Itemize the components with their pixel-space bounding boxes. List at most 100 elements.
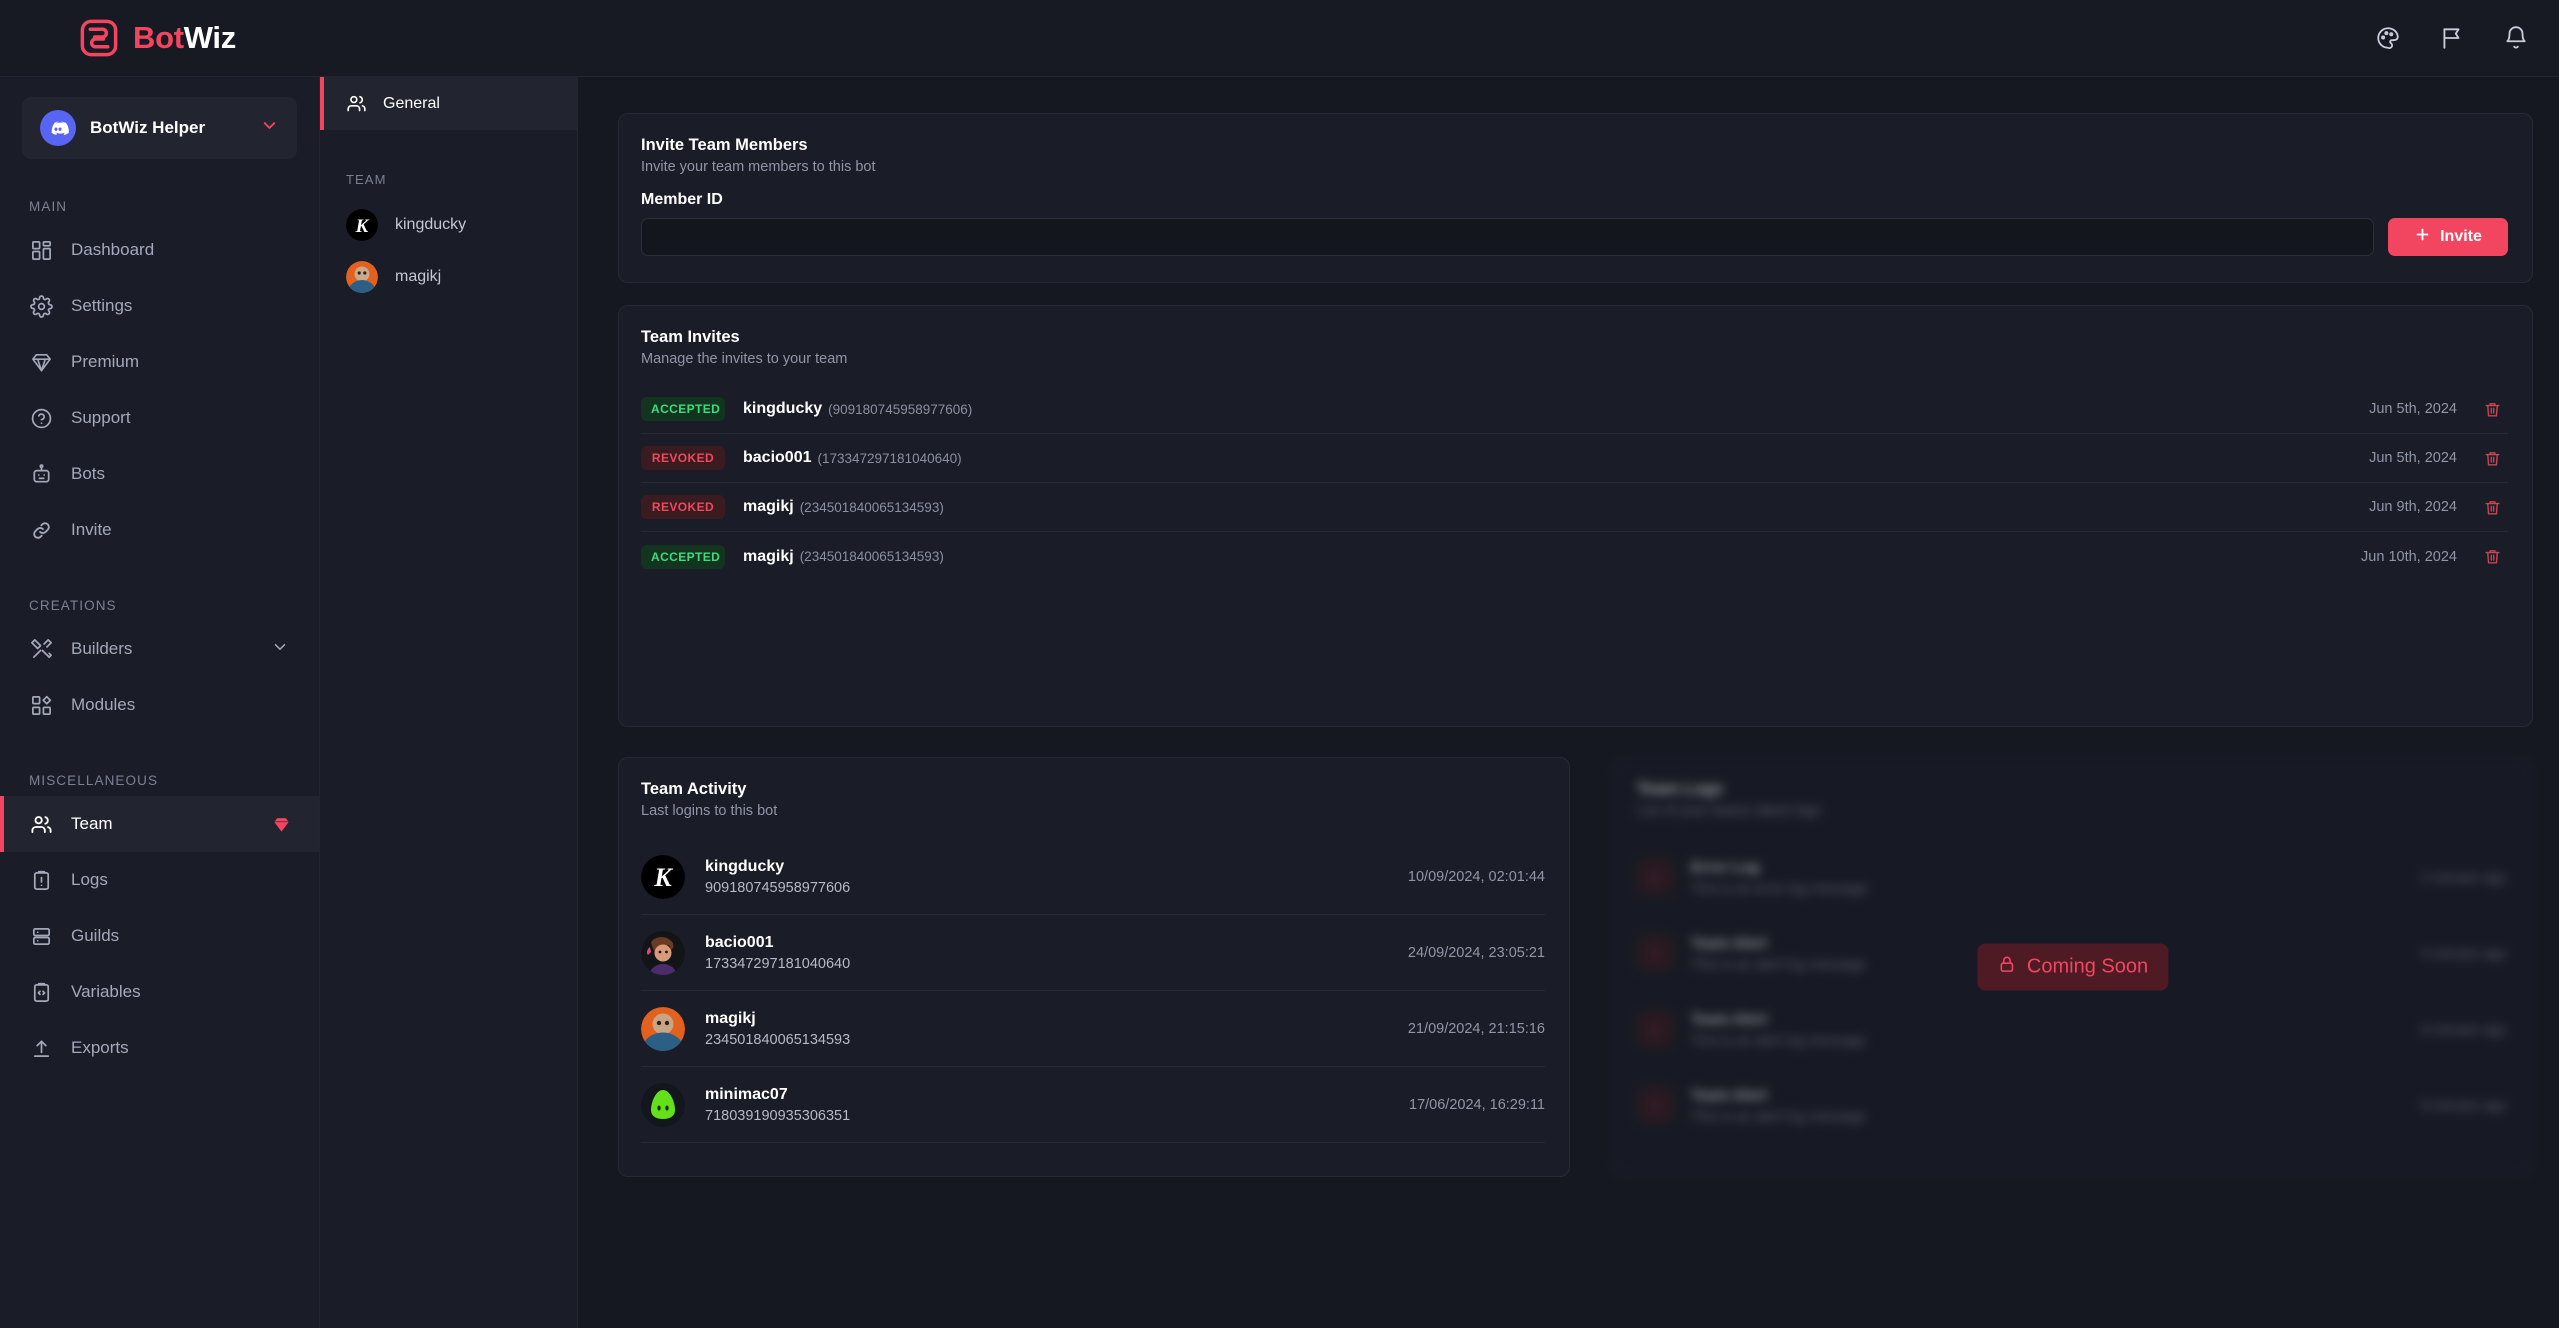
team-member-name: magikj bbox=[395, 268, 442, 285]
activity-user-id: 909180745958977606 bbox=[705, 879, 851, 896]
invite-username: bacio001 bbox=[743, 449, 812, 466]
log-timestamp: 2 minutes ago bbox=[2421, 869, 2506, 885]
main-content: Invite Team Members Invite your team mem… bbox=[578, 77, 2559, 1328]
activity-user-id: 234501840065134593 bbox=[705, 1031, 851, 1048]
invite-input-row: Invite bbox=[641, 218, 2508, 256]
clipboard-alert-icon bbox=[30, 869, 53, 892]
invite-date: Jun 5th, 2024 bbox=[2369, 450, 2457, 466]
activity-user-id: 718039190935306351 bbox=[705, 1107, 851, 1124]
person-avatar bbox=[641, 930, 685, 975]
status-badge: REVOKED bbox=[641, 446, 725, 470]
invite-date: Jun 9th, 2024 bbox=[2369, 499, 2457, 515]
sidebar-item-bots[interactable]: Bots bbox=[0, 446, 319, 502]
activity-meta: minimac07 718039190935306351 bbox=[705, 1086, 850, 1124]
card-title: Team Logs bbox=[1637, 780, 1723, 798]
tools-icon bbox=[30, 638, 53, 661]
sidebar-item-label: Modules bbox=[71, 695, 136, 714]
log-message: This is an error log message bbox=[1691, 879, 1868, 896]
trash-icon[interactable] bbox=[2483, 547, 2502, 566]
users-icon bbox=[346, 93, 367, 114]
invite-date: Jun 5th, 2024 bbox=[2369, 401, 2457, 417]
trash-icon[interactable] bbox=[2483, 449, 2502, 468]
list-item: bacio001 173347297181040640 24/09/2024, … bbox=[641, 915, 1545, 991]
activity-username: minimac07 bbox=[705, 1085, 788, 1103]
botwiz-logo-icon bbox=[78, 17, 120, 59]
nav-group-title-main: MAIN bbox=[29, 199, 68, 214]
diamond-badge-icon bbox=[272, 815, 291, 834]
chevron-down-icon[interactable] bbox=[271, 638, 289, 661]
team-logs-wrap: Team Logs List of your teams latest logs… bbox=[1612, 757, 2533, 1177]
sidebar-item-label: Team bbox=[71, 814, 113, 833]
nav-group-title-creations: CREATIONS bbox=[29, 598, 117, 613]
topbar-icon-group bbox=[2375, 25, 2529, 51]
coming-soon-overlay: Coming Soon bbox=[1976, 943, 2169, 991]
sidebar-item-exports[interactable]: Exports bbox=[0, 1020, 319, 1076]
palette-icon[interactable] bbox=[2375, 25, 2401, 51]
letter-k-avatar: K bbox=[641, 854, 685, 899]
activity-username: kingducky bbox=[705, 857, 785, 875]
invite-date: Jun 10th, 2024 bbox=[2361, 548, 2457, 565]
flag-icon[interactable] bbox=[2439, 25, 2465, 51]
app-root: BotWiz BotWiz Helper MAIN Dashboard Sett… bbox=[0, 0, 2559, 1328]
sidebar-item-support[interactable]: Support bbox=[0, 390, 319, 446]
card-title: Invite Team Members bbox=[641, 136, 808, 154]
list-item: Error Log This is an error log message 2… bbox=[1637, 839, 2506, 915]
svg-text:K: K bbox=[355, 216, 370, 237]
team-invites-card: Team Invites Manage the invites to your … bbox=[618, 305, 2533, 727]
team-member-item[interactable]: magikj bbox=[320, 251, 577, 303]
trash-icon[interactable] bbox=[2483, 400, 2502, 419]
sidebar-item-label: Premium bbox=[71, 352, 140, 371]
sidebar-item-premium[interactable]: Premium bbox=[0, 334, 319, 390]
invite-button[interactable]: Invite bbox=[2388, 218, 2508, 256]
trash-icon[interactable] bbox=[2483, 498, 2502, 517]
tab-general[interactable]: General bbox=[320, 77, 577, 130]
brand-text-part2: Wiz bbox=[183, 20, 237, 55]
team-member-item[interactable]: K kingducky bbox=[320, 199, 577, 251]
sidebar-item-variables[interactable]: Variables bbox=[0, 964, 319, 1020]
sidebar-item-modules[interactable]: Modules bbox=[0, 677, 319, 733]
list-item: Team Alert This is an alert log message … bbox=[1637, 1067, 2506, 1143]
modules-icon bbox=[30, 694, 53, 717]
sidebar-item-label: Bots bbox=[71, 464, 106, 483]
coming-soon-label: Coming Soon bbox=[2026, 955, 2149, 978]
activity-timestamp: 10/09/2024, 02:01:44 bbox=[1407, 868, 1545, 885]
top-bar: BotWiz bbox=[0, 0, 2559, 77]
card-title: Team Activity bbox=[641, 780, 747, 798]
member-id-input[interactable] bbox=[641, 218, 2374, 256]
activity-timestamp: 21/09/2024, 21:15:16 bbox=[1407, 1020, 1545, 1037]
code-clipboard-icon bbox=[30, 981, 53, 1004]
sidebar-item-guilds[interactable]: Guilds bbox=[0, 908, 319, 964]
table-row: REVOKED magikj (234501840065134593) Jun … bbox=[641, 483, 2508, 532]
letter-k-avatar: K bbox=[346, 209, 378, 241]
team-activity-card: Team Activity Last logins to this bot K … bbox=[618, 757, 1570, 1177]
sidebar-item-dashboard[interactable]: Dashboard bbox=[0, 222, 319, 278]
sidebar-item-logs[interactable]: Logs bbox=[0, 852, 319, 908]
activity-list: K kingducky 909180745958977606 10/09/202… bbox=[641, 839, 1545, 1143]
sidebar-item-label: Builders bbox=[71, 639, 133, 658]
bot-selector[interactable]: BotWiz Helper bbox=[22, 97, 297, 159]
bell-icon[interactable] bbox=[2503, 25, 2529, 51]
dashboard-icon bbox=[30, 239, 53, 262]
table-row: ACCEPTED magikj (234501840065134593) Jun… bbox=[641, 532, 2508, 581]
sidebar-item-label: Settings bbox=[71, 296, 133, 315]
robot-icon bbox=[30, 463, 53, 486]
diamond-icon bbox=[30, 351, 53, 374]
activity-meta: magikj 234501840065134593 bbox=[705, 1010, 850, 1048]
alert-icon bbox=[1637, 859, 1673, 895]
body-row: BotWiz Helper MAIN Dashboard Settings Pr… bbox=[0, 77, 2559, 1328]
brand[interactable]: BotWiz bbox=[78, 17, 236, 59]
invite-username: magikj bbox=[743, 498, 794, 515]
slime-avatar bbox=[641, 1082, 685, 1127]
status-badge: ACCEPTED bbox=[641, 397, 725, 421]
sidebar-item-invite[interactable]: Invite bbox=[0, 502, 319, 558]
sidebar-item-label: Support bbox=[71, 408, 131, 427]
activity-user-id: 173347297181040640 bbox=[705, 955, 851, 972]
sidebar-item-label: Logs bbox=[71, 870, 108, 889]
bottom-row: Team Activity Last logins to this bot K … bbox=[618, 757, 2533, 1177]
sidebar-item-team[interactable]: Team bbox=[0, 796, 319, 852]
sidebar-item-settings[interactable]: Settings bbox=[0, 278, 319, 334]
member-id-label: Member ID bbox=[641, 191, 723, 208]
sidebar-item-builders[interactable]: Builders bbox=[0, 621, 319, 677]
list-item: K kingducky 909180745958977606 10/09/202… bbox=[641, 839, 1545, 915]
lock-icon bbox=[1997, 955, 2016, 980]
